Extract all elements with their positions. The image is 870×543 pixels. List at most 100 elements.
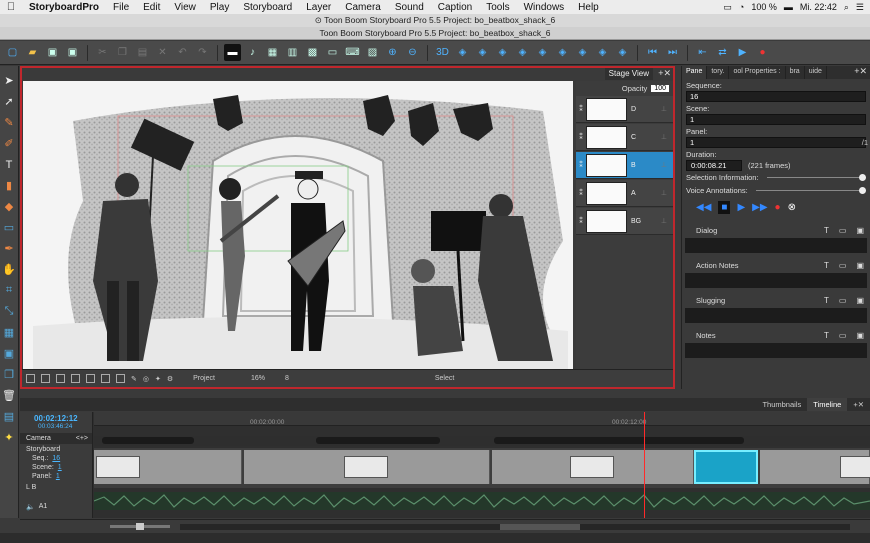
camera-tool-8-icon[interactable]: ◈ <box>594 44 611 61</box>
paste-icon[interactable]: ▤ <box>134 44 151 61</box>
transform-tool-icon[interactable]: ➚ <box>2 93 17 110</box>
copy-icon[interactable]: ▭ <box>839 296 847 305</box>
menu-tools[interactable]: Tools <box>479 2 516 13</box>
camera-view-icon[interactable] <box>26 374 35 383</box>
tab-guide[interactable]: uide <box>805 66 827 79</box>
camera-tool-5-icon[interactable]: ◈ <box>534 44 551 61</box>
text-tool-icon[interactable]: T <box>2 156 17 173</box>
image-icon[interactable] <box>116 374 125 383</box>
play-icon[interactable]: ▶ <box>734 44 751 61</box>
forward-icon[interactable]: ▶▶ <box>752 202 767 213</box>
tab-thumbnails[interactable]: Thumbnails <box>756 398 807 411</box>
paint-tool-icon[interactable]: ◆ <box>2 198 17 215</box>
tab-timeline[interactable]: Timeline <box>807 398 848 411</box>
panel-icon[interactable]: ▩ <box>304 44 321 61</box>
camera-tool-3-icon[interactable]: ◈ <box>494 44 511 61</box>
tab-story[interactable]: tory. <box>707 66 730 79</box>
menu-storyboard[interactable]: Storyboard <box>236 2 299 13</box>
camera-tool-icon[interactable]: ▣ <box>2 345 17 362</box>
notes-field[interactable] <box>685 343 867 358</box>
tab-tool-properties[interactable]: ool Properties : <box>729 66 786 79</box>
list-icon[interactable]: ☰ <box>856 2 864 13</box>
project-dropdown[interactable]: Project <box>193 375 215 382</box>
visibility-icon[interactable]: ⁑ <box>576 105 586 113</box>
save-icon[interactable]: ▣ <box>44 44 61 61</box>
panel-field[interactable]: 1/1 <box>686 137 868 148</box>
copy-icon[interactable]: ▭ <box>839 331 847 340</box>
panel-clip[interactable] <box>244 450 490 484</box>
safe-area-icon[interactable]: ▭ <box>324 44 341 61</box>
menu-play[interactable]: Play <box>203 2 236 13</box>
record-icon[interactable]: ● <box>775 202 781 213</box>
zoom-out-icon[interactable]: ⊖ <box>404 44 421 61</box>
layer-row-selected[interactable]: ⁑ B ⊥ <box>576 152 673 179</box>
new-icon[interactable]: ▢ <box>4 44 21 61</box>
speaker-icon[interactable]: 🔈 <box>26 503 35 511</box>
copy-icon[interactable]: ▭ <box>839 261 847 270</box>
stage-view-controls[interactable]: +✕ <box>658 68 671 79</box>
copy-icon[interactable]: ❐ <box>114 44 131 61</box>
zoom-in-icon[interactable]: ⊕ <box>384 44 401 61</box>
cutter-tool-icon[interactable]: ⌗ <box>2 282 17 299</box>
paste-tool-icon[interactable]: ▤ <box>2 408 17 425</box>
lock-icon[interactable]: ⊥ <box>661 161 673 169</box>
onion-skin-icon[interactable]: ♪ <box>244 44 261 61</box>
panel-controls[interactable]: +✕ <box>854 66 870 79</box>
menu-app[interactable]: StoryboardPro <box>22 2 106 13</box>
tool-icon[interactable]: ✦ <box>155 375 161 383</box>
pencil-tool-icon[interactable]: ✐ <box>2 135 17 152</box>
seq-link[interactable]: 16 <box>52 455 60 464</box>
redo-icon[interactable]: ↷ <box>194 44 211 61</box>
record-icon[interactable]: ● <box>754 44 771 61</box>
menu-sound[interactable]: Sound <box>388 2 431 13</box>
onion-icon[interactable]: ◎ <box>143 375 149 383</box>
stage-canvas[interactable] <box>23 81 573 369</box>
time-ruler[interactable]: 00:02:00:00 00:02:12:00 <box>94 412 870 426</box>
text-icon[interactable]: T <box>824 296 829 305</box>
keyboard-icon[interactable]: ⌨ <box>344 44 361 61</box>
expand-icon[interactable]: ▣ <box>856 296 864 305</box>
audio-track-header[interactable]: 🔈 A1 <box>20 501 92 512</box>
grid-view-icon[interactable] <box>41 374 50 383</box>
lock-icon[interactable]: ⊥ <box>661 133 673 141</box>
lock-icon[interactable]: ⊥ <box>661 217 673 225</box>
camera-keyframe-segment[interactable] <box>102 437 194 444</box>
open-icon[interactable]: ▰ <box>24 44 41 61</box>
menu-windows[interactable]: Windows <box>517 2 572 13</box>
audio-waveform[interactable] <box>94 492 870 510</box>
scene-link[interactable]: 1 <box>58 464 62 473</box>
frame-3-icon[interactable] <box>101 374 110 383</box>
menu-file[interactable]: File <box>106 2 136 13</box>
first-frame-icon[interactable]: ⇤ <box>694 44 711 61</box>
previous-icon[interactable]: ⏮ <box>644 44 661 61</box>
cut-icon[interactable]: ✂ <box>94 44 111 61</box>
grid-icon[interactable]: ▦ <box>264 44 281 61</box>
eraser-tool-icon[interactable]: ▮ <box>2 177 17 194</box>
safe-area-icon[interactable] <box>56 374 65 383</box>
copy-icon[interactable]: ▭ <box>839 226 847 235</box>
menu-caption[interactable]: Caption <box>431 2 479 13</box>
settings-icon[interactable]: ⚙ <box>167 375 173 383</box>
slugging-field[interactable] <box>685 308 867 323</box>
menu-help[interactable]: Help <box>571 2 606 13</box>
layer-row[interactable]: ⁑ D ⊥ <box>576 96 673 123</box>
lock-icon[interactable]: ⊥ <box>661 105 673 113</box>
camera-keyframe-segment[interactable] <box>316 437 440 444</box>
camera-keyframe-segment[interactable] <box>494 437 744 444</box>
tab-panel[interactable]: Pane <box>682 66 708 79</box>
camera-tool-4-icon[interactable]: ◈ <box>514 44 531 61</box>
play-icon[interactable]: ▶ <box>737 202 745 213</box>
playhead[interactable] <box>644 412 645 518</box>
rewind-icon[interactable]: ◀◀ <box>696 202 711 213</box>
undo-icon[interactable]: ↶ <box>174 44 191 61</box>
frame-icon[interactable] <box>71 374 80 383</box>
trash-tool-icon[interactable]: 🗑 <box>2 387 17 404</box>
lock-icon[interactable]: ⊥ <box>661 189 673 197</box>
panel-clip[interactable] <box>760 450 870 484</box>
brush-tool-icon[interactable]: ✎ <box>2 114 17 131</box>
camera-tool-6-icon[interactable]: ◈ <box>554 44 571 61</box>
opacity-value[interactable]: 100 <box>651 84 669 92</box>
layer-tool-icon[interactable]: ▦ <box>2 324 17 341</box>
battery-icon[interactable]: ▬ <box>784 2 793 12</box>
camera-tool-2-icon[interactable]: ◈ <box>474 44 491 61</box>
